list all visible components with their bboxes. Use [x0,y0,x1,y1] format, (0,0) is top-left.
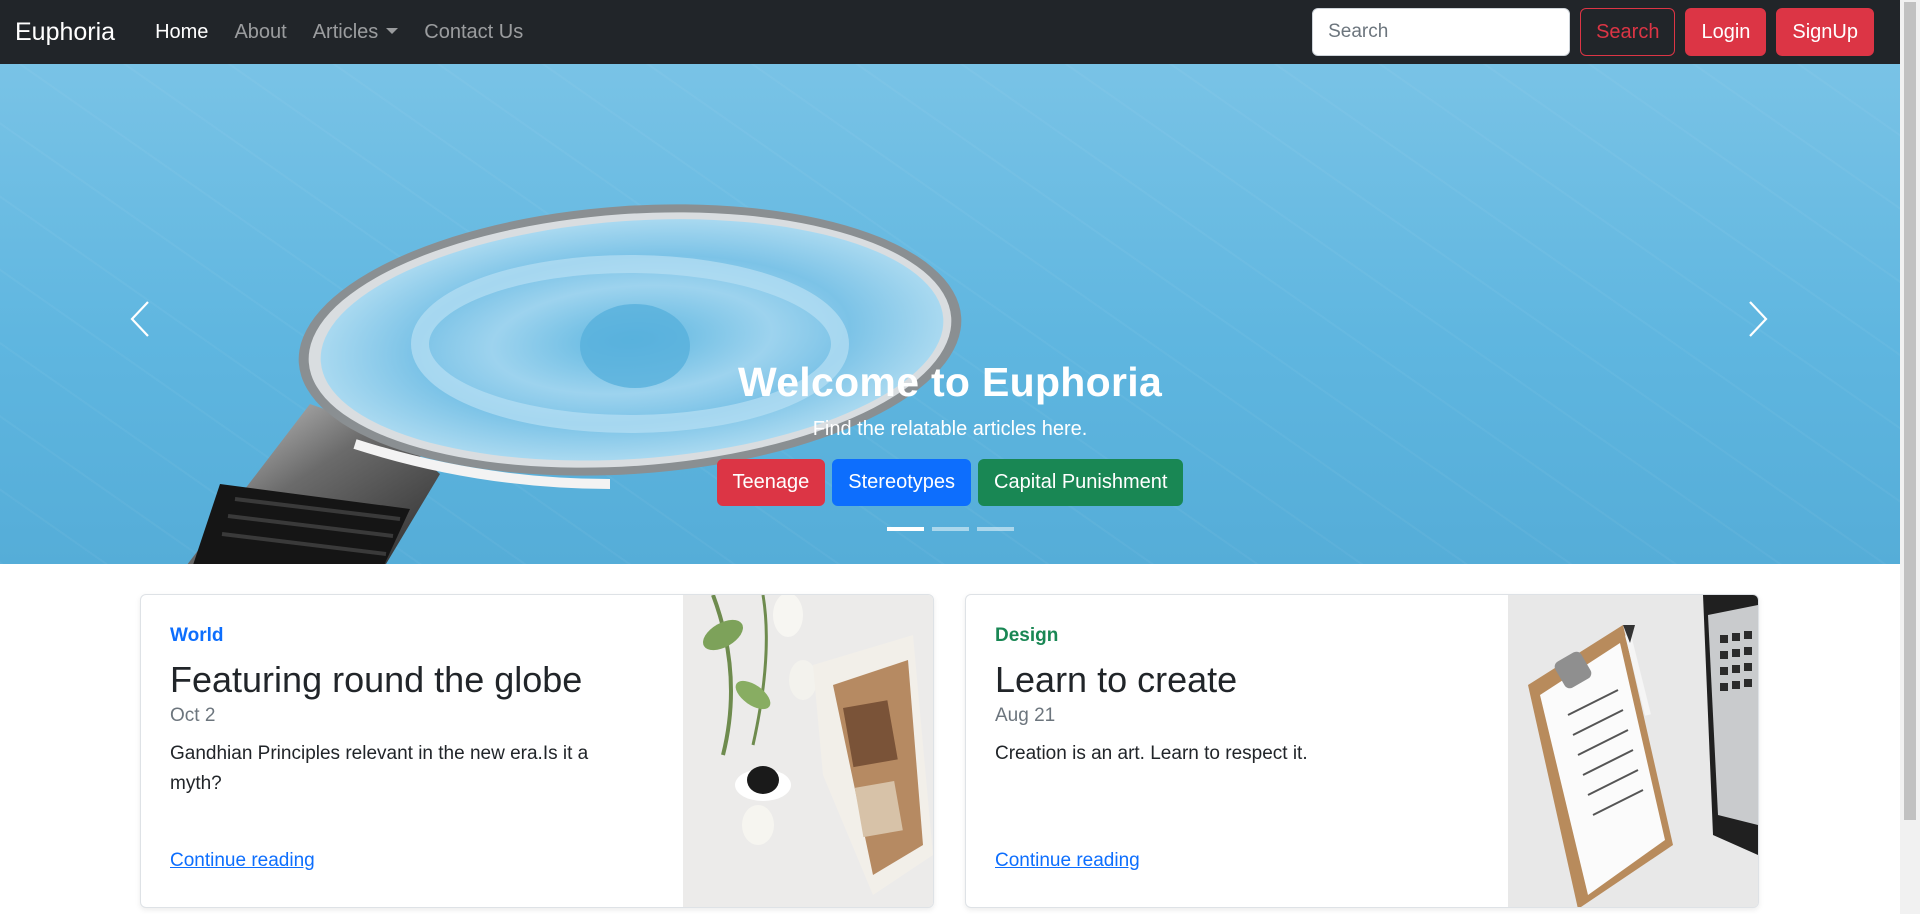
scrollbar-thumb[interactable] [1904,2,1916,820]
nav-dropdown-articles[interactable]: Articles [303,13,409,52]
search-button[interactable]: Search [1580,8,1676,56]
article-card-world: World Featuring round the globe Oct 2 Ga… [140,594,934,908]
continue-reading-link[interactable]: Continue reading [995,850,1140,872]
card-thumbnail-image [1508,595,1758,907]
card-text: Creation is an art. Learn to respect it. [995,743,1308,764]
hero-subtitle: Find the relatable articles here. [812,418,1088,440]
search-input[interactable] [1312,8,1571,56]
carousel-prev-button[interactable] [110,284,170,354]
carousel-next-button[interactable] [1728,284,1788,354]
nav-link-about[interactable]: About [224,13,296,52]
article-card-design: Design Learn to create Aug 21 Creation i… [965,594,1759,908]
hero-buttons: Teenage Stereotypes Capital Punishment [0,459,1900,506]
caret-down-icon [386,27,399,34]
carousel-indicator-1[interactable] [886,527,924,531]
card-thumbnail-image [683,595,933,907]
carousel-indicator-2[interactable] [931,527,969,531]
nav-actions: Search Login SignUp [1312,8,1885,56]
hero-carousel: Welcome to Euphoria Find the relatable a… [0,64,1900,564]
chevron-right-icon [1749,301,1768,337]
teenage-button[interactable]: Teenage [716,459,826,506]
brand-logo[interactable]: Euphoria [15,18,115,47]
chevron-left-icon [130,301,149,337]
continue-reading-link[interactable]: Continue reading [170,850,315,872]
nav-link-home[interactable]: Home [145,13,218,52]
signup-button[interactable]: SignUp [1776,8,1874,56]
carousel-caption: Welcome to Euphoria Find the relatable a… [0,359,1900,506]
carousel-indicator-3[interactable] [976,527,1014,531]
card-text: Gandhian Principles relevant in the new … [170,743,589,794]
capital-punishment-button[interactable]: Capital Punishment [978,459,1184,506]
nav-link-contact[interactable]: Contact Us [414,13,533,52]
hero-title: Welcome to Euphoria [737,359,1163,405]
carousel-indicators [0,527,1900,531]
nav-dropdown-articles-label: Articles [312,20,379,43]
page-scrollbar[interactable] [1900,0,1920,914]
nav-links: Home About Articles Contact Us [145,13,533,52]
stereotypes-button[interactable]: Stereotypes [832,459,972,506]
login-button[interactable]: Login [1685,8,1767,56]
navbar: Euphoria Home About Articles Contact Us … [0,0,1900,64]
